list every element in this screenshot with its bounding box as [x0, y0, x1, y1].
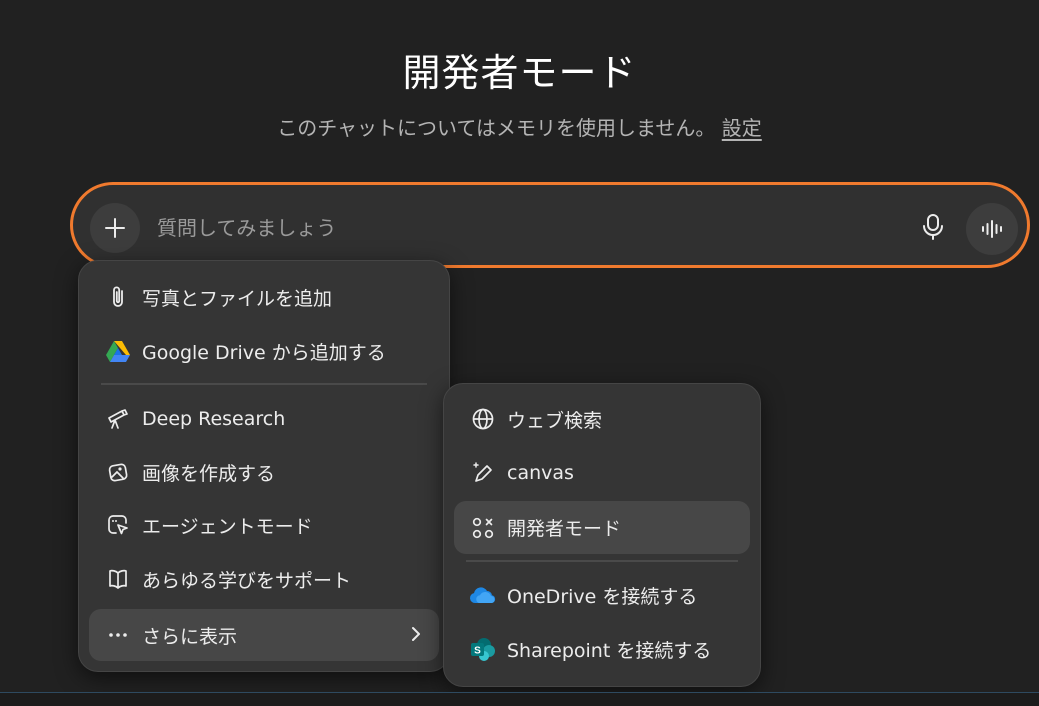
menu-item-label: 画像を作成する	[142, 462, 276, 485]
onedrive-icon	[469, 581, 497, 609]
memory-notice: このチャットについてはメモリを使用しません。 設定	[0, 112, 1039, 141]
developer-icon	[469, 514, 497, 542]
submenu-item-onedrive[interactable]: OneDrive を接続する	[454, 570, 750, 620]
image-create-icon	[104, 458, 132, 486]
menu-item-agent-mode[interactable]: エージェントモード	[89, 500, 439, 550]
paperclip-icon	[104, 283, 132, 311]
microphone-icon	[923, 214, 943, 240]
menu-item-label: 写真とファイルを追加	[142, 287, 333, 310]
memory-notice-text: このチャットについてはメモリを使用しません。	[277, 116, 716, 140]
taskbar-border	[0, 692, 1039, 693]
sharepoint-icon: S	[469, 635, 497, 663]
prompt-input[interactable]	[155, 211, 859, 245]
agent-cursor-icon	[104, 511, 132, 539]
more-dots-icon	[104, 621, 132, 649]
globe-icon	[469, 405, 497, 433]
dictate-button[interactable]	[913, 207, 953, 247]
menu-item-label: Google Drive から追加する	[142, 341, 386, 364]
submenu-item-sharepoint[interactable]: S Sharepoint を接続する	[454, 624, 750, 674]
submenu-item-web-search[interactable]: ウェブ検索	[454, 394, 750, 444]
google-drive-icon	[104, 337, 132, 365]
plus-menu: 写真とファイルを追加 Google Drive から追加する Deep Rese…	[78, 260, 450, 672]
voice-mode-button[interactable]	[966, 203, 1018, 255]
pen-sparkle-icon	[469, 459, 497, 487]
settings-link[interactable]: 設定	[722, 116, 762, 140]
submenu-item-label: canvas	[507, 462, 574, 484]
submenu-divider	[466, 560, 738, 562]
book-icon	[104, 565, 132, 593]
menu-item-study[interactable]: あらゆる学びをサポート	[89, 554, 439, 604]
add-attachment-button[interactable]	[90, 203, 140, 253]
plus-icon	[105, 218, 125, 238]
menu-item-deep-research[interactable]: Deep Research	[89, 394, 439, 444]
menu-item-more[interactable]: さらに表示	[89, 609, 439, 661]
menu-divider	[101, 383, 427, 385]
menu-item-label: さらに表示	[142, 625, 238, 648]
submenu-item-label: 開発者モード	[507, 518, 622, 540]
page-title: 開発者モード	[402, 51, 637, 95]
menu-item-create-image[interactable]: 画像を作成する	[89, 447, 439, 497]
submenu-item-label: Sharepoint を接続する	[507, 639, 712, 662]
submenu-item-canvas[interactable]: canvas	[454, 448, 750, 498]
chevron-right-icon	[412, 627, 420, 641]
taskbar-edge	[0, 692, 1039, 706]
menu-item-label: あらゆる学びをサポート	[142, 569, 352, 592]
menu-item-label: Deep Research	[142, 408, 286, 430]
menu-item-label: エージェントモード	[142, 515, 313, 538]
prompt-composer	[70, 182, 1030, 268]
svg-text:S: S	[474, 646, 481, 657]
submenu-item-label: ウェブ検索	[507, 409, 603, 432]
voice-wave-icon	[982, 220, 1002, 238]
submenu-item-developer-mode[interactable]: 開発者モード	[454, 501, 750, 554]
menu-item-add-files[interactable]: 写真とファイルを追加	[89, 272, 439, 322]
menu-item-google-drive[interactable]: Google Drive から追加する	[89, 326, 439, 376]
telescope-icon	[104, 405, 132, 433]
more-submenu: ウェブ検索 canvas 開発者モード OneDrive を接続する S Sha…	[443, 383, 761, 687]
submenu-item-label: OneDrive を接続する	[507, 585, 698, 608]
